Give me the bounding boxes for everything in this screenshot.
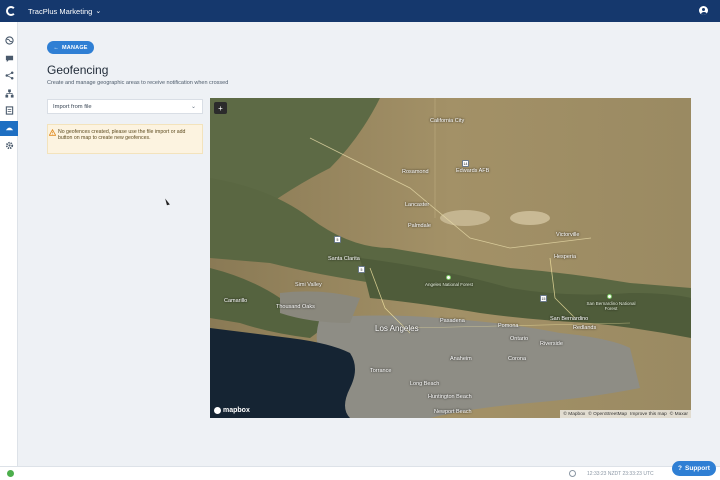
chevron-down-icon: ⌄ <box>95 8 102 15</box>
city-label: Hesperia <box>554 254 577 260</box>
chat-icon <box>5 55 13 63</box>
clock-icon <box>569 470 576 477</box>
arrow-left-icon: ← <box>53 44 60 51</box>
city-label: Pomona <box>498 323 519 329</box>
no-geofences-warning: No geofences created, please use the fil… <box>47 124 203 154</box>
highway-shield-icon: 14 <box>462 160 469 167</box>
manage-button-label: MANAGE <box>62 44 88 51</box>
city-label: Huntington Beach <box>428 394 472 400</box>
geofence-map[interactable]: + California City Rosamond Edwards AFB L… <box>210 98 691 418</box>
add-geofence-button[interactable]: + <box>214 102 227 114</box>
status-icon[interactable] <box>7 470 14 477</box>
footer: 12:33:23 NZDT 23:33:23 UTC <box>0 466 720 480</box>
sidebar-item-messages[interactable] <box>0 51 18 66</box>
page-subtitle: Create and manage geographic areas to re… <box>47 80 229 86</box>
highway-shield-icon: 5 <box>334 236 341 243</box>
gear-icon <box>5 141 13 150</box>
sidebar-item-sharing[interactable] <box>0 68 18 83</box>
tracplus-logo-icon[interactable] <box>0 0 22 22</box>
city-label: Pasadena <box>440 318 465 324</box>
city-label: Santa Clarita <box>328 256 360 262</box>
import-select-label: Import from file <box>53 103 92 110</box>
warning-text: No geofences created, please use the fil… <box>57 129 186 142</box>
organisation-name: TracPlus Marketing <box>28 6 93 16</box>
timestamp: 12:33:23 NZDT 23:33:23 UTC <box>587 470 654 477</box>
city-label: Long Beach <box>410 381 440 387</box>
city-label: Anaheim <box>450 356 472 362</box>
forest-label: Angeles National Forest <box>424 282 474 287</box>
map-attribution: © Mapbox © OpenStreetMap Improve this ma… <box>560 410 691 418</box>
city-label: Edwards AFB <box>456 168 490 174</box>
city-label: Ontario <box>510 336 529 342</box>
forest-label: San Bernardino National Forest <box>586 301 636 311</box>
hierarchy-icon <box>4 89 14 98</box>
attribution-link[interactable]: © OpenStreetMap <box>588 412 627 417</box>
organisation-selector[interactable]: TracPlus Marketing ⌄ <box>28 7 101 16</box>
highway-shield-icon: 5 <box>358 266 365 273</box>
city-label: Lancaster <box>405 202 430 208</box>
mapbox-icon <box>214 407 221 414</box>
sidebar-item-reports[interactable] <box>0 103 18 118</box>
city-label: Newport Beach <box>434 409 472 415</box>
city-label: Torrance <box>370 368 392 374</box>
mapbox-wordmark: mapbox <box>223 407 250 414</box>
account-circle-icon[interactable] <box>699 6 708 15</box>
mouse-cursor <box>165 197 170 206</box>
city-label: Victorville <box>556 232 580 238</box>
city-label: San Bernardino <box>550 316 589 322</box>
city-label: Redlands <box>573 325 597 331</box>
page-title: Geofencing <box>47 63 109 77</box>
sidebar-item-globe[interactable] <box>0 33 18 48</box>
sidebar-item-settings[interactable] <box>0 138 18 153</box>
warning-icon <box>48 125 58 153</box>
forest-marker-icon <box>446 275 451 280</box>
manage-button[interactable]: ← MANAGE <box>47 41 94 54</box>
chevron-down-icon: ⌄ <box>190 104 196 110</box>
satellite-imagery <box>210 98 691 418</box>
attribution-link[interactable]: © Maxar <box>670 412 688 417</box>
sidebar <box>0 22 18 466</box>
support-button[interactable]: ? Support <box>672 461 716 476</box>
sidebar-item-hierarchy[interactable] <box>0 86 18 101</box>
import-select[interactable]: Import from file ⌄ <box>47 99 203 114</box>
city-label: Camarillo <box>224 298 248 304</box>
attribution-link[interactable]: © Mapbox <box>563 412 585 417</box>
geofence-icon <box>5 127 13 131</box>
highway-shield-icon: 15 <box>540 295 547 302</box>
sidebar-item-geofencing[interactable] <box>0 121 18 136</box>
help-icon: ? <box>678 465 683 472</box>
share-icon <box>5 71 13 80</box>
globe-icon <box>4 36 14 45</box>
city-label: Riverside <box>540 341 563 347</box>
city-label: Los Angeles <box>375 324 419 333</box>
improve-map-link[interactable]: Improve this map <box>630 412 667 417</box>
city-label: Corona <box>508 356 527 362</box>
report-icon <box>5 106 13 115</box>
city-label: Simi Valley <box>295 282 322 288</box>
city-label: Thousand Oaks <box>276 304 315 310</box>
city-label: Palmdale <box>408 223 431 229</box>
mapbox-logo: mapbox <box>214 407 250 414</box>
city-label: California City <box>430 118 465 124</box>
top-bar: TracPlus Marketing ⌄ <box>0 0 720 22</box>
city-label: Rosamond <box>402 169 429 175</box>
forest-marker-icon <box>607 294 612 299</box>
support-button-label: Support <box>685 465 710 472</box>
